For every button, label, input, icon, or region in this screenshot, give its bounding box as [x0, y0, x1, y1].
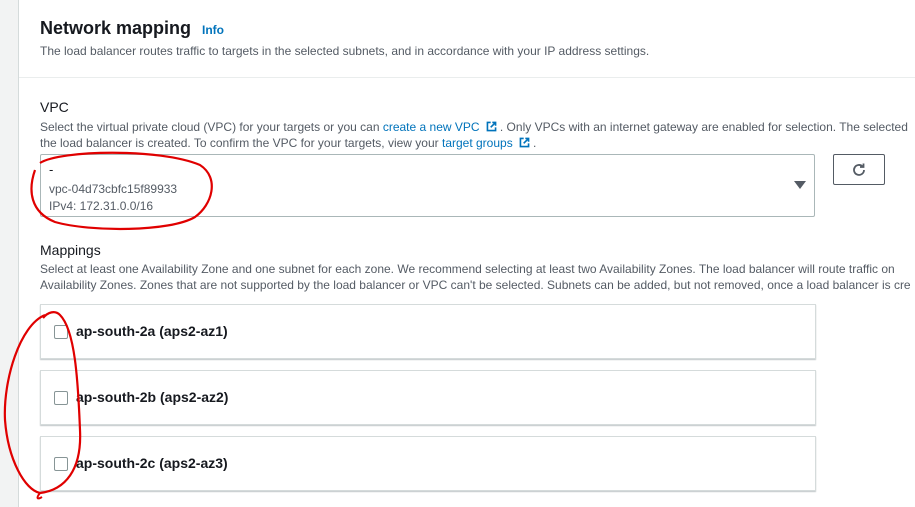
- az-checkbox[interactable]: [54, 391, 68, 405]
- panel-header: Network mapping Info The load balancer r…: [19, 0, 915, 78]
- vpc-cidr: IPv4: 172.31.0.0/16: [49, 199, 154, 213]
- vpc-label: VPC: [40, 99, 69, 115]
- vpc-desc-text: . Only VPCs with an internet gateway are…: [499, 120, 908, 134]
- az-checkbox[interactable]: [54, 457, 68, 471]
- target-groups-link[interactable]: target groups: [442, 136, 513, 150]
- mappings-desc-line: Availability Zones. Zones that are not s…: [40, 278, 911, 292]
- refresh-icon: [853, 163, 865, 176]
- refresh-button[interactable]: [833, 154, 885, 185]
- mappings-desc-line: Select at least one Availability Zone an…: [40, 262, 895, 276]
- external-link-icon[interactable]: [518, 136, 531, 149]
- az-label[interactable]: ap-south-2c (aps2-az3): [76, 455, 228, 471]
- vpc-select[interactable]: - vpc-04d73cbfc15f89933 IPv4: 172.31.0.0…: [40, 154, 815, 217]
- vpc-desc-text: the load balancer is created. To confirm…: [40, 136, 442, 150]
- availability-zone-card: ap-south-2c (aps2-az3): [40, 436, 816, 491]
- vpc-id: vpc-04d73cbfc15f89933: [49, 182, 178, 196]
- mappings-label: Mappings: [40, 242, 101, 258]
- az-checkbox[interactable]: [54, 325, 68, 339]
- availability-zone-card: ap-south-2a (aps2-az1): [40, 304, 816, 359]
- mappings-description: Select at least one Availability Zone an…: [40, 261, 911, 293]
- vpc-desc-text: .: [533, 136, 537, 150]
- vpc-name: -: [49, 162, 54, 177]
- section-title: Network mapping: [40, 18, 192, 38]
- az-label[interactable]: ap-south-2b (aps2-az2): [76, 389, 228, 405]
- caret-down-icon: [794, 181, 806, 189]
- section-description: The load balancer routes traffic to targ…: [40, 44, 650, 58]
- availability-zone-card: ap-south-2b (aps2-az2): [40, 370, 816, 425]
- vpc-desc-text: Select the virtual private cloud (VPC) f…: [40, 120, 383, 134]
- network-mapping-panel: Network mapping Info The load balancer r…: [18, 0, 915, 507]
- vpc-description: Select the virtual private cloud (VPC) f…: [40, 119, 908, 151]
- az-label[interactable]: ap-south-2a (aps2-az1): [76, 323, 228, 339]
- create-vpc-link[interactable]: create a new VPC: [383, 120, 480, 134]
- info-link[interactable]: Info: [202, 23, 224, 37]
- external-link-icon[interactable]: [485, 120, 498, 133]
